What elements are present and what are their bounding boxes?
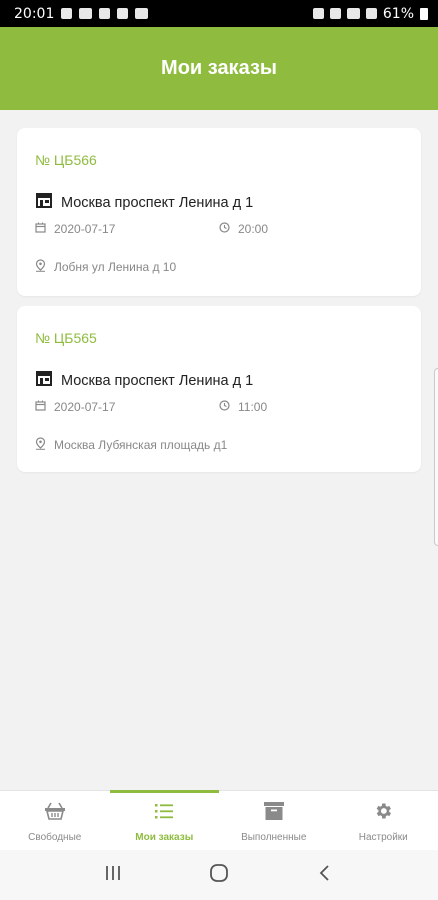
edge-panel-handle[interactable]: [434, 368, 438, 546]
back-icon: [318, 864, 332, 887]
signal-icon: [365, 8, 377, 19]
clock-icon: [219, 400, 230, 414]
gear-icon: [372, 801, 394, 826]
mute-icon: [329, 8, 341, 19]
archive-icon: [263, 801, 285, 826]
order-date: 2020-07-17: [35, 400, 115, 414]
order-address-value: Москва Лубянская площадь д1: [54, 438, 228, 452]
basket-icon: [44, 801, 66, 826]
recent-apps-icon: [104, 865, 122, 886]
nav-label: Выполненные: [241, 832, 307, 843]
order-address-value: Лобня ул Ленина д 10: [54, 260, 177, 274]
nav-item-free[interactable]: Свободные: [0, 791, 110, 850]
system-nav-bar: [0, 850, 438, 900]
order-card[interactable]: № ЦБ566 Москва проспект Ленина д 1 2020-…: [17, 128, 421, 296]
laptop-icon: [135, 8, 149, 19]
back-button[interactable]: [310, 860, 340, 890]
orders-list: № ЦБ566 Москва проспект Ленина д 1 2020-…: [0, 110, 438, 790]
battery-percent: 61%: [382, 5, 414, 22]
store-row: Москва проспект Ленина д 1: [35, 192, 253, 213]
page-title: Мои заказы: [161, 57, 277, 79]
order-time-value: 11:00: [238, 400, 268, 414]
order-address: Москва Лубянская площадь д1: [35, 437, 227, 453]
bluetooth-icon: [312, 8, 324, 19]
list-icon: [153, 801, 175, 826]
status-time: 20:01: [14, 5, 55, 22]
nav-item-settings[interactable]: Настройки: [329, 791, 438, 850]
clock-icon: [219, 222, 230, 236]
gallery-icon: [99, 8, 111, 19]
bottom-nav: Свободные Мои заказы Выполненные Настрой…: [0, 790, 438, 850]
nav-label: Свободные: [28, 832, 82, 843]
order-card[interactable]: № ЦБ565 Москва проспект Ленина д 1 2020-…: [17, 306, 421, 472]
notification-icon: [79, 8, 93, 19]
app-bar: Мои заказы: [0, 27, 438, 110]
order-meta: 2020-07-17 11:00: [35, 400, 405, 418]
bag-icon: [117, 8, 129, 19]
nav-item-my-orders[interactable]: Мои заказы: [109, 790, 220, 850]
order-address: Лобня ул Ленина д 10: [35, 259, 176, 275]
store-name: Москва проспект Ленина д 1: [61, 194, 254, 211]
calendar-icon: [35, 400, 46, 414]
order-time: 20:00: [219, 222, 268, 236]
order-number: № ЦБ566: [35, 152, 97, 168]
location-pin-icon: [35, 437, 46, 453]
order-date-value: 2020-07-17: [54, 400, 116, 414]
home-button[interactable]: [204, 860, 234, 890]
nav-label: Мои заказы: [135, 832, 194, 843]
location-pin-icon: [35, 259, 46, 275]
nav-item-completed[interactable]: Выполненные: [219, 791, 329, 850]
recent-apps-button[interactable]: [98, 860, 128, 890]
order-date-value: 2020-07-17: [54, 222, 116, 236]
order-time-value: 20:00: [238, 222, 269, 236]
status-bar: 20:01 61%: [0, 0, 438, 27]
store-icon: [35, 370, 53, 391]
home-icon: [209, 863, 229, 888]
notification-icon: [61, 8, 73, 19]
calendar-icon: [35, 222, 46, 236]
order-time: 11:00: [219, 400, 267, 414]
store-icon: [35, 192, 53, 213]
nav-label: Настройки: [358, 832, 408, 843]
wifi-icon: [346, 8, 360, 19]
order-number: № ЦБ565: [35, 330, 97, 346]
battery-icon: [420, 7, 428, 20]
order-date: 2020-07-17: [35, 222, 115, 236]
store-row: Москва проспект Ленина д 1: [35, 370, 253, 391]
order-meta: 2020-07-17 20:00: [35, 222, 405, 240]
store-name: Москва проспект Ленина д 1: [61, 372, 254, 389]
